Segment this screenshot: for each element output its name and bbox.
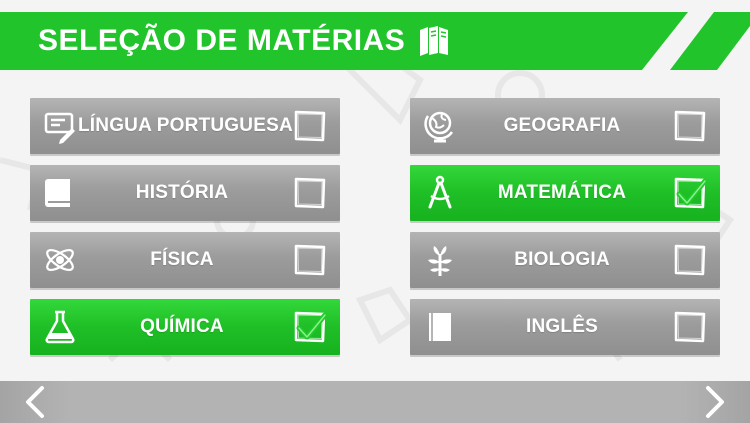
subject-button-quimica[interactable]: QUÍMICA [30,299,340,355]
checkbox-icon[interactable] [292,242,328,278]
checkbox-icon[interactable] [292,175,328,211]
subject-button-lingua-portuguesa[interactable]: LÍNGUA PORTUGUESA [30,98,340,154]
subject-button-ingles[interactable]: INGLÊS [410,299,720,355]
checkbox-checked-icon[interactable] [292,309,328,345]
chevron-left-icon [26,386,44,418]
subject-label: MATEMÁTICA [497,182,627,203]
subject-button-geografia[interactable]: GEOGRAFIA [410,98,720,154]
subject-label: HISTÓRIA [135,182,229,203]
subject-label: FÍSICA [150,249,214,270]
checkbox-checked-icon[interactable] [672,175,708,211]
subject-button-historia[interactable]: HISTÓRIA [30,165,340,221]
subject-label: LÍNGUA PORTUGUESA [78,115,293,136]
book-icon [45,179,70,207]
header-bar: SELEÇÃO DE MATÉRIAS [0,12,750,70]
prev-button[interactable] [0,381,70,423]
checkbox-icon[interactable] [292,108,328,144]
subject-label: INGLÊS [526,316,598,337]
subject-label: BIOLOGIA [514,249,610,270]
subject-button-fisica[interactable]: FÍSICA [30,232,340,288]
page-title: SELEÇÃO DE MATÉRIAS [38,23,451,59]
globe-icon [424,111,454,143]
compass-icon [428,175,452,209]
checkbox-icon[interactable] [672,108,708,144]
atom-icon [46,248,74,272]
subject-label: GEOGRAFIA [503,115,621,136]
writing-icon [44,112,75,144]
subject-label: QUÍMICA [140,316,224,337]
checkbox-icon[interactable] [672,242,708,278]
subject-button-matematica[interactable]: MATEMÁTICA [410,165,720,221]
checkbox-icon[interactable] [672,309,708,345]
books-icon [420,26,449,56]
subject-button-biologia[interactable]: BIOLOGIA [410,232,720,288]
chevron-right-icon [706,386,724,418]
plant-icon [428,246,452,276]
footer-bar [0,381,750,423]
page-title-text: SELEÇÃO DE MATÉRIAS [38,24,406,57]
notebook-icon [429,313,451,341]
next-button[interactable] [680,381,750,423]
flask-icon [45,310,75,344]
